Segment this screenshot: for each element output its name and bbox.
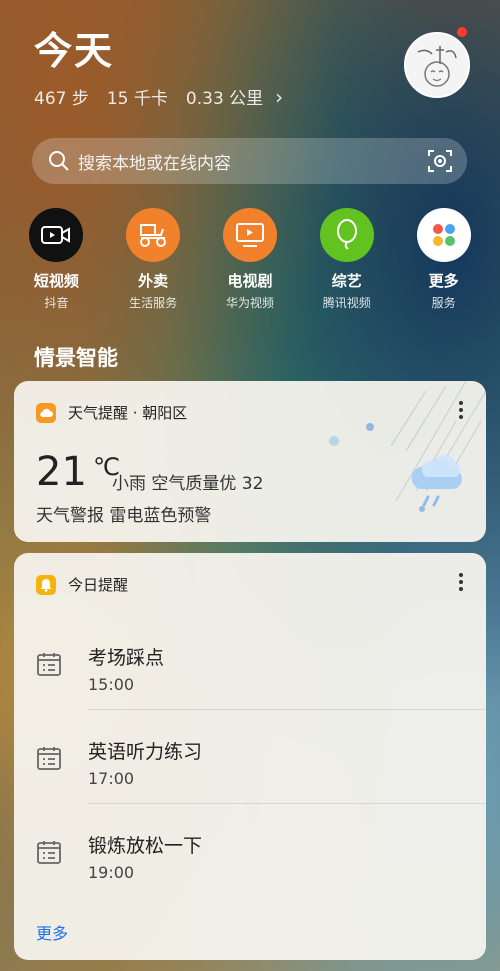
- reminder-time: 17:00: [88, 769, 135, 788]
- more-options-icon[interactable]: [458, 401, 464, 419]
- weather-cloud-icon: [36, 402, 56, 423]
- reminder-time: 19:00: [88, 863, 135, 882]
- app-sublabel: 生活服务: [129, 296, 178, 310]
- app-short-video[interactable]: 短视频 抖音: [16, 208, 96, 311]
- app-more-services[interactable]: 更多 服务: [404, 208, 484, 311]
- weather-card-header: 天气提醒 · 朝阳区: [36, 402, 187, 423]
- reminder-name: 锻炼放松一下: [88, 835, 203, 857]
- app-sublabel: 腾讯视频: [322, 296, 371, 310]
- app-sublabel: 华为视频: [225, 296, 274, 310]
- bell-icon: [36, 574, 56, 595]
- app-variety[interactable]: 综艺 腾讯视频: [307, 208, 387, 311]
- notification-dot: [457, 27, 467, 37]
- search-icon: [49, 151, 69, 171]
- grid-icon: [416, 208, 471, 262]
- app-sublabel: 抖音: [44, 296, 69, 310]
- reminder-card-header: 今日提醒: [36, 574, 128, 595]
- calendar-icon: [37, 747, 61, 770]
- divider: [88, 803, 486, 804]
- app-shortcuts: 短视频 抖音 外卖 生活服务 电视剧 华为视频 综艺 腾讯视频 更多 服务: [0, 208, 500, 311]
- scooter-icon: [126, 208, 181, 262]
- weather-description: 小雨 空气质量优 32: [112, 474, 264, 494]
- reminder-item[interactable]: 锻炼放松一下 19:00: [36, 805, 466, 898]
- search-input[interactable]: 搜索本地或在线内容: [78, 149, 427, 174]
- app-label: 外卖: [138, 272, 169, 290]
- reminder-name: 英语听力练习: [88, 741, 203, 763]
- more-options-icon[interactable]: [458, 573, 464, 591]
- distance-count: 0.33 公里: [185, 89, 264, 109]
- app-sublabel: 服务: [431, 296, 456, 310]
- reminder-time: 15:00: [88, 675, 135, 694]
- app-label: 综艺: [331, 272, 362, 290]
- more-link[interactable]: 更多: [36, 920, 68, 944]
- chevron-right-icon: ›: [275, 84, 284, 109]
- temperature-value: 21: [36, 449, 87, 495]
- app-label: 更多: [428, 272, 459, 290]
- weather-alert: 天气警报 雷电蓝色预警: [36, 506, 212, 526]
- video-icon: [29, 208, 84, 262]
- search-bar[interactable]: 搜索本地或在线内容: [32, 138, 467, 184]
- calendar-icon: [37, 653, 61, 676]
- balloon-icon: [319, 208, 374, 262]
- app-label: 短视频: [33, 272, 79, 290]
- page-title: 今天: [34, 29, 115, 73]
- app-takeout[interactable]: 外卖 生活服务: [113, 208, 193, 311]
- rain-cloud-icon: [411, 455, 462, 512]
- reminder-card-title: 今日提醒: [68, 576, 129, 594]
- health-stats[interactable]: 467 步 15 千卡 0.33 公里 ›: [34, 84, 284, 110]
- divider: [88, 709, 486, 710]
- tv-icon: [222, 208, 277, 262]
- section-title: 情景智能: [34, 346, 118, 370]
- app-tv-series[interactable]: 电视剧 华为视频: [210, 208, 290, 311]
- weather-card[interactable]: 天气提醒 · 朝阳区 21 ℃ 小雨 空气质量优 32 天气警报 雷电蓝色预警: [14, 381, 486, 542]
- reminder-name: 考场踩点: [88, 647, 165, 669]
- avatar[interactable]: [404, 32, 470, 98]
- weather-card-title: 天气提醒 · 朝阳区: [68, 404, 188, 422]
- steps-count: 467 步: [34, 89, 89, 109]
- reminder-item[interactable]: 英语听力练习 17:00: [36, 711, 486, 804]
- calories-count: 15 千卡: [106, 89, 168, 109]
- scan-icon[interactable]: [427, 148, 453, 174]
- reminder-card[interactable]: 今日提醒 考场踩点 15:00 英语听力练习 17:00 锻炼放松一下 19:0…: [14, 553, 486, 960]
- app-label: 电视剧: [227, 272, 273, 290]
- reminder-item[interactable]: 考场踩点 15:00: [36, 617, 486, 710]
- calendar-icon: [37, 841, 61, 864]
